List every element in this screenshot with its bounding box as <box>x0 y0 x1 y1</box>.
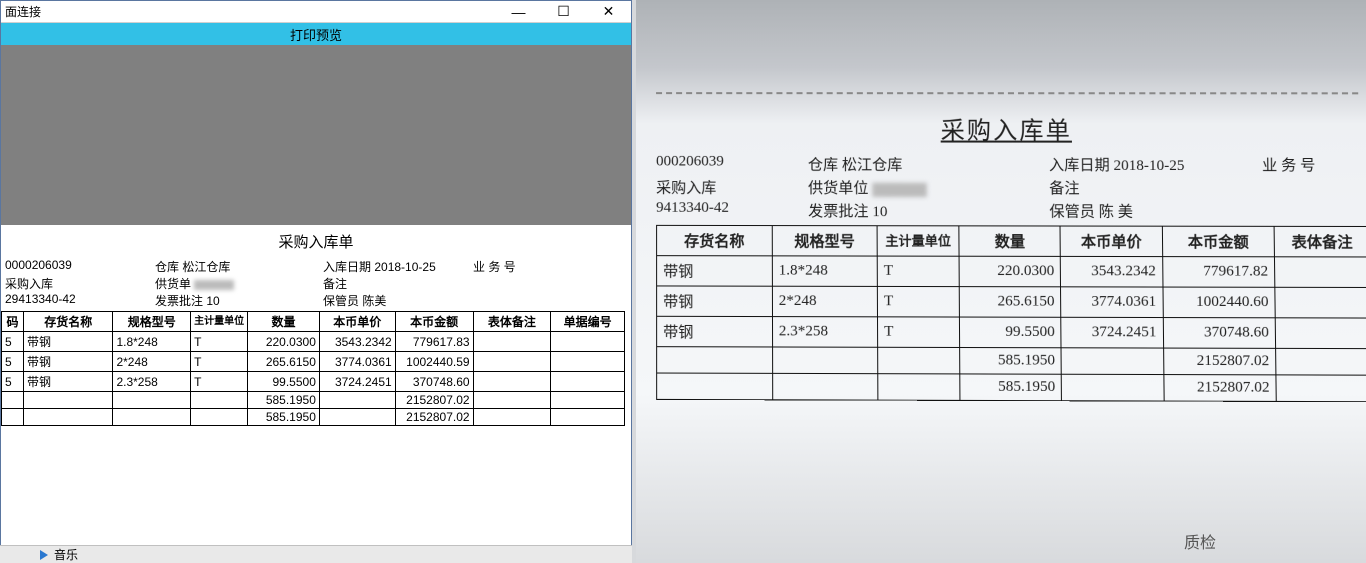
table-row: 5带钢2*248T265.61503774.03611002440.59 <box>2 352 625 372</box>
print-preview-window: 面连接 — ☐ ✕ 打印预览 采购入库单 0000206039 仓库 松江仓库 … <box>0 0 632 560</box>
maximize-button[interactable]: ☐ <box>541 2 586 22</box>
toolbar[interactable]: 打印预览 <box>1 23 631 45</box>
meta-indate: 入库日期 2018-10-25 <box>323 258 473 275</box>
p-meta-warehouse: 仓库 松江仓库 <box>808 154 1049 175</box>
play-icon[interactable] <box>40 550 48 560</box>
photo-table-row: 带钢2.3*258T99.55003724.2451370748.60 <box>657 316 1366 348</box>
close-button[interactable]: ✕ <box>586 2 631 22</box>
photo-table-row: 带钢1.8*248T220.03003543.2342779617.82 <box>657 256 1366 288</box>
meta-supplier: 供货单 <box>155 275 323 292</box>
document-page: 采购入库单 0000206039 仓库 松江仓库 入库日期 2018-10-25… <box>1 225 631 557</box>
p-meta-code: 9413340-42 <box>656 200 808 221</box>
p-meta-keeper: 保管员 陈 美 <box>1049 200 1263 222</box>
photo-table-total-row: 585.19502152807.02 <box>657 347 1366 376</box>
meta-bizno: 业 务 号 <box>473 258 573 275</box>
photo-table-total-row: 585.19502152807.02 <box>657 373 1366 402</box>
window-title: 面连接 <box>5 3 41 20</box>
p-meta-remark: 备注 <box>1049 177 1262 199</box>
statusbar: 音乐 <box>0 545 632 563</box>
p-th-amt: 本币金额 <box>1162 226 1275 257</box>
document-title: 采购入库单 <box>1 231 631 252</box>
tear-line <box>656 92 1358 94</box>
minimize-button[interactable]: — <box>496 2 541 22</box>
photo-table: 存货名称 规格型号 主计量单位 数量 本币单价 本币金额 表体备注 带钢1.8*… <box>656 225 1366 402</box>
p-meta-invoice: 发票批注 10 <box>808 200 1049 222</box>
window-buttons: — ☐ ✕ <box>496 2 631 22</box>
photo-title: 采购入库单 <box>656 110 1359 146</box>
p-meta-indate: 入库日期 2018-10-25 <box>1049 154 1262 175</box>
meta-invoice: 发票批注 10 <box>155 292 323 309</box>
document-meta: 0000206039 仓库 松江仓库 入库日期 2018-10-25 业 务 号… <box>1 258 631 311</box>
p-meta-supplier: 供货单位 <box>808 177 1049 198</box>
preview-background <box>1 45 631 225</box>
meta-warehouse: 仓库 松江仓库 <box>155 258 323 275</box>
th-amt: 本币金额 <box>395 312 473 332</box>
th-price: 本币单价 <box>319 312 395 332</box>
th-unit: 主计量单位 <box>191 312 248 332</box>
titlebar[interactable]: 面连接 — ☐ ✕ <box>1 1 631 23</box>
meta-type: 采购入库 <box>5 275 155 292</box>
p-th-unit: 主计量单位 <box>877 226 959 256</box>
photo-table-header-row: 存货名称 规格型号 主计量单位 数量 本币单价 本币金额 表体备注 <box>657 225 1366 257</box>
table-row: 5带钢2.3*258T99.55003724.2451370748.60 <box>2 372 625 392</box>
toolbar-label: 打印预览 <box>290 25 342 44</box>
th-name: 存货名称 <box>23 312 112 332</box>
meta-keeper: 保管员 陈美 <box>323 292 473 309</box>
p-th-qty: 数量 <box>959 226 1061 257</box>
th-docno: 单据编号 <box>551 312 625 332</box>
th-qty: 数量 <box>248 312 320 332</box>
th-spec: 规格型号 <box>113 312 191 332</box>
p-meta-type: 采购入库 <box>656 177 808 198</box>
p-th-price: 本币单价 <box>1060 226 1162 257</box>
p-th-name: 存货名称 <box>657 225 772 255</box>
status-label: 音乐 <box>54 546 78 563</box>
p-meta-bizno: 业 务 号 <box>1262 154 1359 175</box>
p-meta-no: 000206039 <box>656 153 808 174</box>
table-total-row: 585.19502152807.02 <box>2 409 625 426</box>
meta-no: 0000206039 <box>5 258 155 275</box>
document-table: 码 存货名称 规格型号 主计量单位 数量 本币单价 本币金额 表体备注 单据编号… <box>1 311 625 426</box>
p-th-note: 表体备注 <box>1274 226 1366 257</box>
th-code: 码 <box>2 312 24 332</box>
printed-form-photo: 采购入库单 000206039 仓库 松江仓库 入库日期 2018-10-25 … <box>636 0 1366 563</box>
meta-code: 29413340-42 <box>5 292 155 309</box>
table-total-row: 585.19502152807.02 <box>2 392 625 409</box>
table-header-row: 码 存货名称 规格型号 主计量单位 数量 本币单价 本币金额 表体备注 单据编号 <box>2 312 625 332</box>
table-row: 5带钢1.8*248T220.03003543.2342779617.83 <box>2 332 625 352</box>
p-th-spec: 规格型号 <box>772 226 877 256</box>
photo-footer-word: 质检 <box>1184 529 1216 553</box>
th-note: 表体备注 <box>473 312 551 332</box>
photo-table-row: 带钢2*248T265.61503774.03611002440.60 <box>657 286 1366 318</box>
meta-remark: 备注 <box>323 275 473 292</box>
